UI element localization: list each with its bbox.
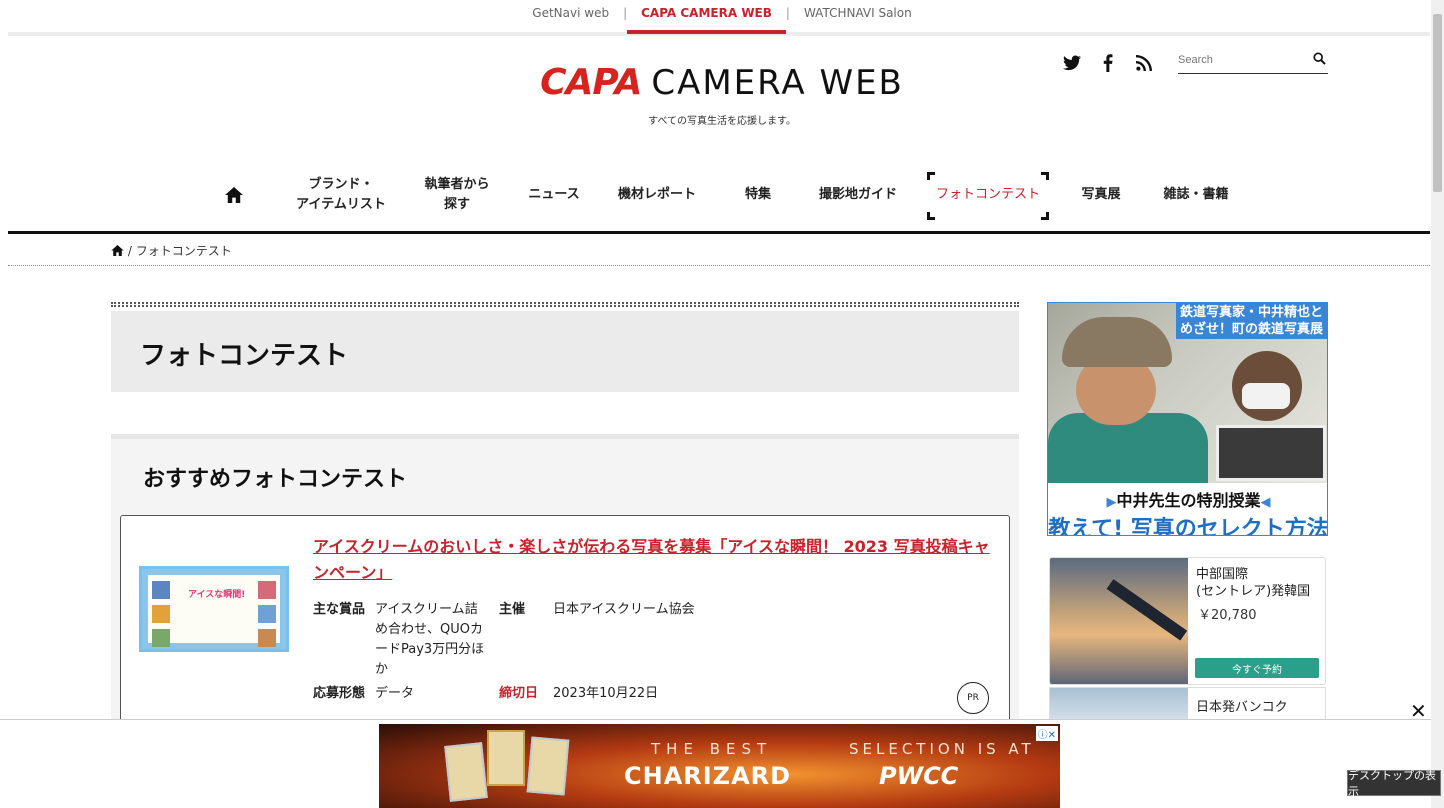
site-link-getnavi[interactable]: GetNavi web — [518, 6, 623, 20]
prize-value: アイスクリーム詰め合わせ、QUOカードPay3万円分ほか — [375, 602, 485, 677]
site-link-watchnavi[interactable]: WATCHNAVI Salon — [790, 6, 926, 20]
ad-choices-icon[interactable]: ⓘ✕ — [1035, 726, 1058, 741]
page-title: フォトコンテスト — [140, 341, 349, 371]
main-nav: ブランド・ アイテムリスト 執筆者から 探す ニュース 機材レポート 特集 撮影… — [0, 170, 1444, 232]
active-bracket — [1041, 172, 1049, 180]
social-links — [1062, 54, 1154, 77]
ad-subheadline: 教えて! 写真のセレクト方法 — [1048, 517, 1328, 536]
breadcrumb: / フォトコンテスト — [111, 242, 232, 259]
nav-writers[interactable]: 執筆者から 探す — [414, 170, 500, 220]
breadcrumb-current: フォトコンテスト — [135, 244, 232, 258]
contest-title-link[interactable]: アイスクリームのおいしさ・楽しさが伝わる写真を募集「アイスな瞬間！ 2023 写… — [313, 534, 993, 586]
thumb-title: アイスな瞬間! — [188, 590, 246, 600]
recommended-section: おすすめフォトコンテスト アイスな瞬間! アイスクリームのおいしさ・楽しさが伝わ… — [111, 434, 1019, 745]
deadline-value: 2023年10月22日 — [553, 686, 659, 701]
nav-divider — [8, 231, 1430, 234]
travel-ad-card[interactable]: 中部国際 (セントレア)発韓国 ￥20,780 今すぐ予約 — [1049, 557, 1326, 685]
ad-tag-line: 鉄道写真家・中井精也と — [1179, 305, 1323, 320]
logo-text: CAMERA WEB — [651, 63, 904, 103]
facebook-icon[interactable] — [1098, 54, 1118, 77]
tagline: すべての写真生活を応援します。 — [648, 116, 796, 127]
banner-text: SELECTION IS AT — [849, 740, 1035, 758]
scrollbar[interactable] — [1431, 0, 1444, 808]
logo-mark: CAPA — [540, 62, 642, 103]
breadcrumb-separator: / — [127, 244, 132, 258]
bottom-banner-ad[interactable]: THE BEST SELECTION IS AT CHARIZARD PWCC … — [379, 724, 1060, 808]
contest-thumbnail[interactable]: アイスな瞬間! — [139, 566, 289, 652]
nav-news[interactable]: ニュース — [518, 170, 590, 220]
search-box — [1178, 52, 1328, 74]
network-links: GetNavi web | CAPA CAMERA WEB | WATCHNAVI Sa… — [0, 6, 1444, 34]
nav-exhibitions[interactable]: 写真展 — [1070, 170, 1132, 220]
active-bracket — [927, 212, 935, 220]
twitter-icon[interactable] — [1062, 55, 1082, 76]
contest-card: アイスな瞬間! アイスクリームのおいしさ・楽しさが伝わる写真を募集「アイスな瞬間… — [120, 515, 1010, 745]
site-link-capa[interactable]: CAPA CAMERA WEB — [627, 6, 786, 34]
travel-destination: 中部国際 — [1196, 567, 1249, 582]
active-bracket — [1041, 212, 1049, 220]
banner-brand: PWCC — [879, 762, 959, 790]
prize-label: 主な賞品 — [313, 602, 366, 617]
entry-value: データ — [375, 686, 415, 701]
nav-magazines-books[interactable]: 雑誌・書籍 — [1152, 170, 1240, 220]
banner-headline: CHARIZARD — [624, 762, 792, 790]
travel-destination: 日本発バンコク — [1196, 700, 1288, 715]
breadcrumb-home-icon[interactable] — [111, 244, 124, 258]
close-icon[interactable]: ✕ — [1410, 699, 1427, 723]
trading-card-image — [487, 730, 525, 786]
pr-badge: PR — [957, 682, 989, 714]
trading-card-image — [526, 736, 570, 796]
nav-photo-contest[interactable]: フォトコンテスト — [926, 170, 1050, 220]
organizer-value: 日本アイスクリーム協会 — [553, 602, 695, 617]
nav-gear-reports[interactable]: 機材レポート — [608, 170, 706, 220]
triangle-right-icon: ▶ — [1106, 495, 1117, 510]
entry-label: 応募形態 — [313, 686, 366, 701]
organizer-label: 主催 — [499, 602, 526, 617]
rss-icon[interactable] — [1134, 55, 1154, 76]
search-icon[interactable] — [1313, 52, 1326, 69]
show-desktop-tooltip: デスクトップの表示 — [1347, 769, 1441, 798]
travel-destination: (セントレア)発韓国 — [1196, 584, 1311, 599]
active-bracket — [927, 172, 935, 180]
deadline-label: 締切日 — [499, 686, 539, 701]
nav-features[interactable]: 特集 — [730, 170, 786, 220]
nav-brand-list[interactable]: ブランド・ アイテムリスト — [284, 170, 398, 220]
banner-text: THE BEST — [651, 740, 773, 758]
airplane-wing-image — [1050, 558, 1188, 684]
page-title-box: フォトコンテスト — [111, 311, 1019, 392]
ad-headline: 中井先生の特別授業 — [1116, 491, 1261, 510]
ad-tag-line: めざせ！町の鉄道写真展 — [1179, 322, 1323, 337]
nav-location-guide[interactable]: 撮影地ガイド — [808, 170, 908, 220]
scrollbar-thumb[interactable] — [1433, 14, 1442, 192]
triangle-left-icon: ◀ — [1260, 495, 1271, 510]
book-now-button[interactable]: 今すぐ予約 — [1195, 658, 1319, 678]
home-icon[interactable] — [212, 170, 256, 220]
trading-card-image — [444, 742, 488, 802]
breadcrumb-divider — [8, 265, 1430, 266]
title-dotted-rule — [111, 302, 1019, 307]
ad-tag: 鉄道写真家・中井精也と めざせ！町の鉄道写真展 — [1175, 303, 1327, 339]
sidebar-ad-workshop[interactable]: 鉄道写真家・中井精也と めざせ！町の鉄道写真展 ▶中井先生の特別授業◀ 教えて!… — [1047, 302, 1328, 536]
search-input[interactable] — [1178, 52, 1306, 66]
section-title: おすすめフォトコンテスト — [143, 467, 408, 492]
travel-price: ￥20,780 — [1198, 608, 1257, 623]
